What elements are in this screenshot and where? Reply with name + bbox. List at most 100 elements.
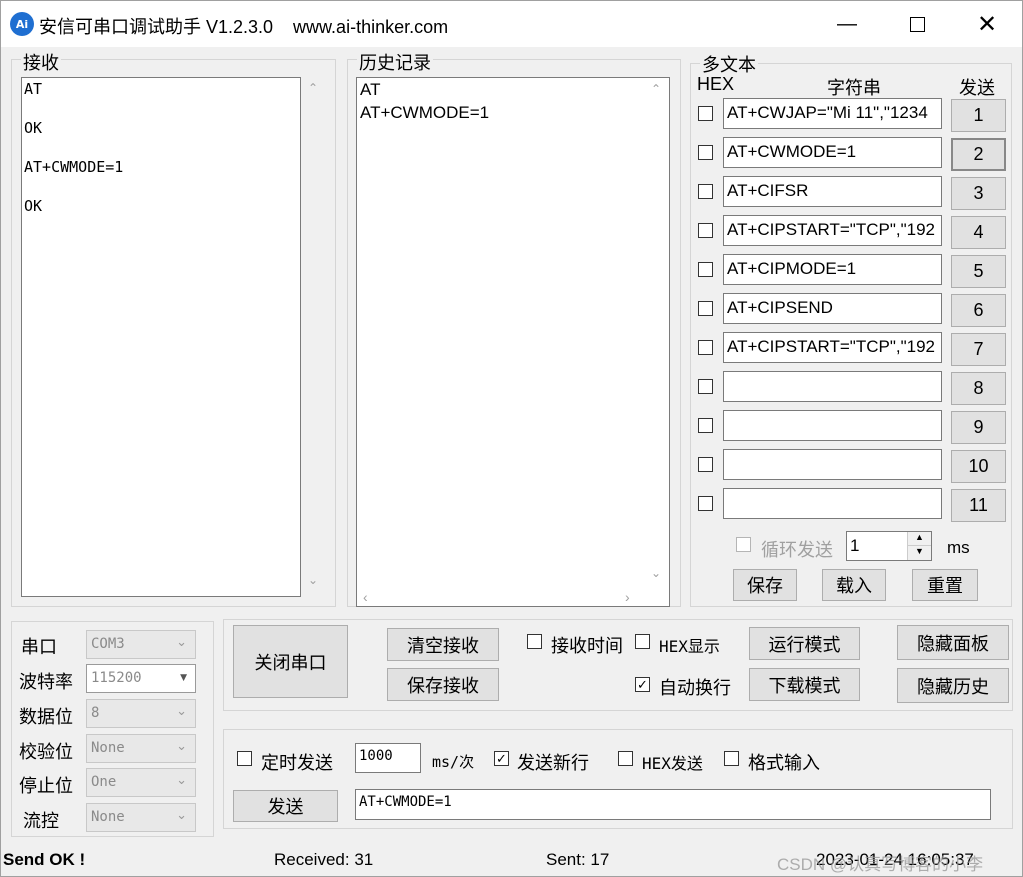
- row-string-input[interactable]: AT+CIPSTART="TCP","192: [723, 332, 942, 363]
- hex-send-checkbox[interactable]: [618, 751, 633, 766]
- scroll-down-icon[interactable]: ⌄: [304, 573, 322, 587]
- loop-send-checkbox[interactable]: [736, 537, 751, 552]
- chevron-down-icon: ⌄: [176, 635, 187, 650]
- row-hex-checkbox[interactable]: [698, 145, 713, 160]
- row-hex-checkbox[interactable]: [698, 301, 713, 316]
- flow-control-value: None: [91, 809, 125, 825]
- hex-display-checkbox[interactable]: [635, 634, 650, 649]
- row-send-button[interactable]: 3: [951, 177, 1006, 210]
- chevron-down-icon: ⌄: [176, 739, 187, 754]
- hide-history-button[interactable]: 隐藏历史: [897, 668, 1009, 703]
- close-port-button[interactable]: 关闭串口: [233, 625, 348, 698]
- row-string-input[interactable]: AT+CIPSEND: [723, 293, 942, 324]
- row-send-button[interactable]: 5: [951, 255, 1006, 288]
- scroll-up-icon[interactable]: ⌃: [647, 82, 665, 96]
- save-receive-button[interactable]: 保存接收: [387, 668, 499, 701]
- row-hex-checkbox[interactable]: [698, 379, 713, 394]
- row-string-input[interactable]: [723, 371, 942, 402]
- history-item[interactable]: AT: [360, 80, 666, 103]
- row-send-button[interactable]: 7: [951, 333, 1006, 366]
- port-select[interactable]: COM3 ⌄: [86, 630, 196, 659]
- interval-spinner[interactable]: ▲ ▼: [907, 532, 931, 560]
- clear-receive-button[interactable]: 清空接收: [387, 628, 499, 661]
- stop-bits-select[interactable]: One ⌄: [86, 768, 196, 797]
- row-string-input[interactable]: AT+CIFSR: [723, 176, 942, 207]
- col-send-header: 发送: [959, 78, 995, 98]
- auto-newline-checkbox[interactable]: ✓: [635, 677, 650, 692]
- row-string-input[interactable]: AT+CIPMODE=1: [723, 254, 942, 285]
- spin-up-icon[interactable]: ▲: [908, 532, 931, 546]
- send-status: Send OK !: [3, 850, 86, 869]
- row-send-button[interactable]: 11: [951, 489, 1006, 522]
- send-text-input[interactable]: AT+CWMODE=1: [355, 789, 991, 820]
- received-count: Received: 31: [274, 850, 374, 869]
- row-hex-checkbox[interactable]: [698, 418, 713, 433]
- receive-line: OK: [24, 119, 43, 137]
- stop-bits-value: One: [91, 774, 117, 790]
- history-hscrollbar[interactable]: ‹ ›: [357, 589, 647, 606]
- timed-send-checkbox[interactable]: [237, 751, 252, 766]
- format-input-checkbox[interactable]: [724, 751, 739, 766]
- send-newline-checkbox[interactable]: ✓: [494, 751, 509, 766]
- row-string-input[interactable]: [723, 410, 942, 441]
- port-value: COM3: [91, 636, 125, 652]
- timed-interval-input[interactable]: 1000: [355, 743, 421, 773]
- send-newline-label: 发送新行: [517, 753, 589, 773]
- row-hex-checkbox[interactable]: [698, 457, 713, 472]
- format-input-label: 格式输入: [748, 753, 820, 773]
- flow-control-select[interactable]: None ⌄: [86, 803, 196, 832]
- row-hex-checkbox[interactable]: [698, 106, 713, 121]
- row-hex-checkbox[interactable]: [698, 340, 713, 355]
- watermark: CSDN @认真写博客的小李: [777, 855, 984, 874]
- scroll-left-icon[interactable]: ‹: [363, 589, 368, 605]
- parity-select[interactable]: None ⌄: [86, 734, 196, 763]
- timed-interval-unit: ms/次: [432, 753, 475, 771]
- row-hex-checkbox[interactable]: [698, 262, 713, 277]
- scroll-right-icon[interactable]: ›: [625, 589, 630, 605]
- spin-down-icon[interactable]: ▼: [908, 546, 931, 559]
- row-send-button[interactable]: 8: [951, 372, 1006, 405]
- run-mode-button[interactable]: 运行模式: [749, 627, 860, 660]
- col-string-header: 字符串: [827, 78, 881, 98]
- receive-line: OK: [24, 197, 43, 215]
- row-send-button[interactable]: 6: [951, 294, 1006, 327]
- row-send-button[interactable]: 1: [951, 99, 1006, 132]
- scroll-down-icon[interactable]: ⌄: [647, 566, 665, 580]
- receive-time-label: 接收时间: [551, 636, 623, 656]
- send-button[interactable]: 发送: [233, 790, 338, 822]
- row-string-input[interactable]: AT+CWMODE=1: [723, 137, 942, 168]
- receive-time-checkbox[interactable]: [527, 634, 542, 649]
- download-mode-button[interactable]: 下载模式: [749, 668, 860, 701]
- save-button[interactable]: 保存: [733, 569, 797, 601]
- row-send-button[interactable]: 2: [951, 138, 1006, 171]
- data-bits-value: 8: [91, 705, 100, 721]
- row-string-input[interactable]: AT+CIPSTART="TCP","192: [723, 215, 942, 246]
- hex-display-label: HEX显示: [659, 637, 720, 656]
- history-item[interactable]: AT+CWMODE=1: [360, 103, 666, 126]
- history-list[interactable]: AT AT+CWMODE=1: [356, 77, 670, 607]
- minimize-button[interactable]: —: [812, 1, 882, 47]
- baud-select[interactable]: 115200 ▼: [86, 664, 196, 693]
- app-logo-icon: Ai: [10, 12, 34, 36]
- row-hex-checkbox[interactable]: [698, 223, 713, 238]
- receive-textarea[interactable]: AT OK AT+CWMODE=1 OK: [21, 77, 301, 597]
- row-string-input[interactable]: [723, 488, 942, 519]
- row-send-button[interactable]: 10: [951, 450, 1006, 483]
- row-hex-checkbox[interactable]: [698, 184, 713, 199]
- scroll-up-icon[interactable]: ⌃: [304, 81, 322, 95]
- history-scrollbar[interactable]: ⌃ ⌄: [647, 78, 665, 588]
- window-title: 安信可串口调试助手 V1.2.3.0 www.ai-thinker.com: [39, 17, 449, 37]
- maximize-button[interactable]: [882, 1, 952, 47]
- close-window-button[interactable]: ✕: [952, 1, 1022, 47]
- row-hex-checkbox[interactable]: [698, 496, 713, 511]
- data-bits-label: 数据位: [19, 707, 73, 727]
- hide-panel-button[interactable]: 隐藏面板: [897, 625, 1009, 660]
- load-button[interactable]: 载入: [822, 569, 886, 601]
- data-bits-select[interactable]: 8 ⌄: [86, 699, 196, 728]
- row-string-input[interactable]: AT+CWJAP="Mi 11","1234: [723, 98, 942, 129]
- row-send-button[interactable]: 4: [951, 216, 1006, 249]
- reset-button[interactable]: 重置: [912, 569, 978, 601]
- receive-scrollbar[interactable]: ⌃ ⌄: [304, 77, 322, 597]
- row-string-input[interactable]: [723, 449, 942, 480]
- row-send-button[interactable]: 9: [951, 411, 1006, 444]
